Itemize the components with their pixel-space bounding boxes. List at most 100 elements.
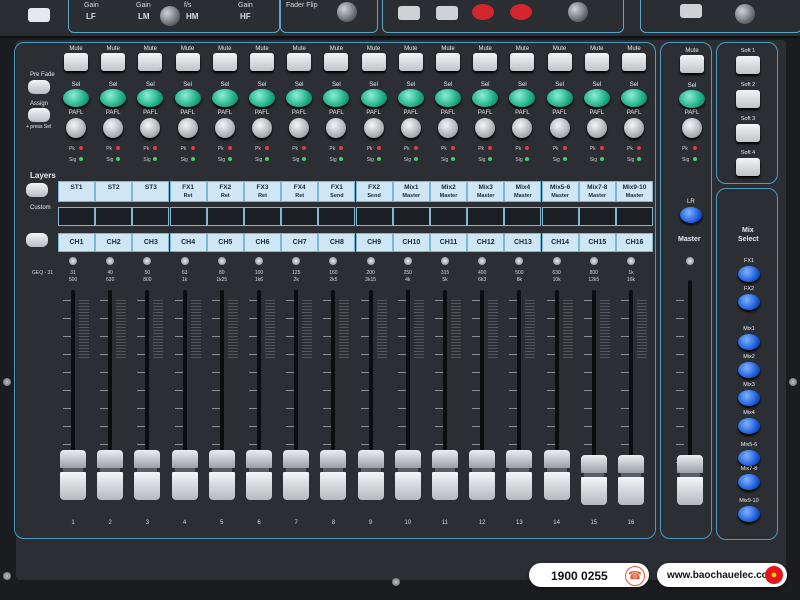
softkey-button-2[interactable] [736,90,760,108]
pafl-button-14[interactable] [549,118,570,138]
mix-select-button-9[interactable] [738,506,760,522]
sel-button-5[interactable] [211,89,238,107]
softkey-button-3[interactable] [736,124,760,142]
mute-button-10[interactable] [398,53,423,71]
fader-tick-12-2 [472,336,481,337]
transport-button-1[interactable] [398,6,420,20]
website-pill[interactable]: www.baochauelec.com ● [657,563,787,587]
lr-button[interactable] [680,207,702,223]
fader-knob-10[interactable] [403,257,412,265]
sel-button-15[interactable] [583,89,610,107]
top-knob-4[interactable] [735,4,755,24]
fader-cap-2[interactable] [97,450,124,500]
top-right-button[interactable] [680,4,702,18]
fader-knob-9[interactable] [366,257,375,265]
phone-pill[interactable]: 1900 0255 ☎ [529,563,649,587]
sel-button-9[interactable] [360,89,387,107]
sel-button-1[interactable] [63,89,89,107]
eq-knob-hm[interactable] [160,6,180,26]
mute-button-8[interactable] [324,53,349,71]
pafl-button-16[interactable] [624,118,644,138]
fader-cap-15[interactable] [580,455,607,505]
mix-select-button-3[interactable] [738,334,760,350]
mix-select-title-2: Select [738,236,759,243]
fader-knob-6[interactable] [255,257,263,265]
mute-button-14[interactable] [547,53,572,71]
pafl-button-6[interactable] [252,118,272,138]
mix-select-button-5[interactable] [738,390,760,406]
mute-button-16[interactable] [622,53,646,71]
pafl-button-15[interactable] [586,118,607,138]
mute-button-6[interactable] [250,53,274,71]
fader-cap-14[interactable] [543,450,570,500]
pafl-button-5[interactable] [214,118,235,138]
pre-fade-button[interactable] [28,80,50,94]
fader-cap-13[interactable] [506,450,533,500]
fader-cap-4[interactable] [171,450,198,500]
fader-cap-7[interactable] [283,450,310,500]
sel-button-2[interactable] [100,89,127,107]
fader-knob-1[interactable] [69,257,77,265]
top-knob-3[interactable] [568,2,588,22]
sel-button-14[interactable] [546,89,573,107]
sel-button-6[interactable] [249,89,275,107]
mute-button-12[interactable] [473,53,498,71]
fader-cap-9[interactable] [357,450,384,500]
fader-cap-10[interactable] [394,450,421,500]
mix-select-button-7[interactable] [738,450,760,466]
mute-button-15[interactable] [584,53,609,71]
sel-button-4[interactable] [174,89,201,107]
fader-cap-12[interactable] [469,450,496,500]
mix-select-button-1[interactable] [738,266,760,282]
mute-button-3[interactable] [138,53,163,71]
fader-knob-11[interactable] [441,257,449,265]
mix-select-button-6[interactable] [738,418,760,434]
softkey-button-4[interactable] [736,158,760,176]
fader-cap-6[interactable] [246,450,272,500]
fader-cap-16[interactable] [618,455,644,505]
transport-button-2[interactable] [436,6,458,20]
pafl-button-4[interactable] [177,118,198,138]
master-sel-button[interactable] [679,90,705,108]
sel-button-10[interactable] [397,89,424,107]
fader-cap-3[interactable] [134,450,161,500]
pafl-button-10[interactable] [400,118,421,138]
fader-knob-16[interactable] [627,257,635,265]
mute-button-9[interactable] [361,53,386,71]
fader-knob-4[interactable] [180,257,189,265]
fader-cap-11[interactable] [432,450,458,500]
mute-button-5[interactable] [212,53,237,71]
pafl-button-1[interactable] [66,118,86,138]
softkey-button-1[interactable] [736,56,760,74]
fader-knob-5[interactable] [217,257,226,265]
pafl-button-9[interactable] [363,118,384,138]
master-fader-knob[interactable] [686,257,694,265]
sel-button-7[interactable] [286,89,313,107]
pafl-button-11[interactable] [438,118,458,138]
mute-button-1[interactable] [64,53,88,71]
master-fader-cap[interactable] [677,455,703,505]
mute-button-13[interactable] [510,53,535,71]
top-knob-2[interactable] [337,2,357,22]
transport-red-button-2[interactable] [510,4,532,20]
sel-button-12[interactable] [472,89,499,107]
mute-button-11[interactable] [436,53,460,71]
fader-cap-1[interactable] [60,450,86,500]
fader-knob-14[interactable] [552,257,561,265]
transport-red-button-1[interactable] [472,4,494,20]
fader-knob-15[interactable] [589,257,598,265]
mix-select-button-4[interactable] [738,362,760,378]
mute-button-7[interactable] [287,53,312,71]
fader-cap-5[interactable] [208,450,235,500]
mix-select-button-8[interactable] [738,474,760,490]
top-button-1[interactable] [28,8,50,22]
mix-select-button-2[interactable] [738,294,760,310]
sel-button-16[interactable] [621,89,647,107]
master-mute-button[interactable] [680,55,704,73]
master-pafl-button[interactable] [682,118,702,138]
mute-button-2[interactable] [101,53,126,71]
assign-button[interactable] [28,108,50,122]
sel-button-11[interactable] [435,89,461,107]
mute-button-4[interactable] [175,53,200,71]
fader-cap-8[interactable] [320,450,347,500]
